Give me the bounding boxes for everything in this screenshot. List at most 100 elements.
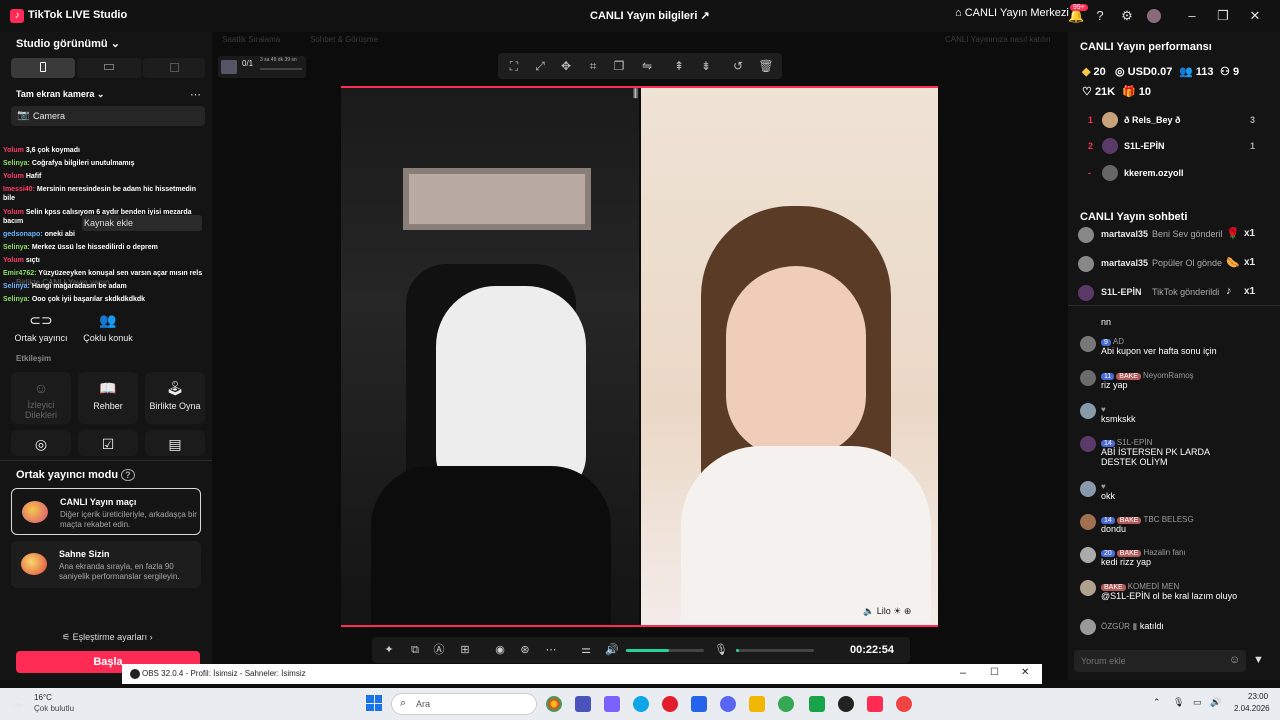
performance-heading: CANLI Yayın performansı — [1080, 41, 1212, 53]
app-icon[interactable] — [809, 696, 825, 712]
filter-icon[interactable]: ▼ — [1253, 654, 1264, 666]
obs-icon[interactable] — [838, 696, 854, 712]
teams-icon-2[interactable] — [604, 696, 620, 712]
teams-icon[interactable] — [575, 696, 591, 712]
play-together-tile[interactable]: 🕹 Birlikte Oyna — [145, 372, 205, 424]
camera-toggle-icon[interactable]: ⊛ — [517, 642, 533, 658]
maximize-icon[interactable]: ❐ — [1213, 6, 1233, 26]
clock-date[interactable]: 2.04.2026 — [1234, 704, 1270, 713]
weather-icon[interactable]: ☁ — [10, 694, 24, 711]
target-tile[interactable]: ◎ — [11, 430, 71, 456]
close-icon[interactable]: ✕ — [1245, 6, 1265, 26]
live-info-label: CANLI Yayın bilgileri — [590, 10, 698, 22]
chat-message: 14 BAKE TBC BELESG dondu — [1101, 515, 1194, 534]
layer-down-icon[interactable]: ⇟ — [698, 58, 714, 74]
add-media-icon[interactable]: ⊞ — [457, 642, 473, 658]
select-icon[interactable]: ⛶ — [506, 58, 522, 74]
multi-guest-tile[interactable]: 👥 Çoklu konuk — [78, 304, 138, 356]
goal-progress — [260, 68, 302, 70]
portrait-layout-button[interactable] — [11, 58, 75, 78]
popular-gift-icon: 🌭 — [1226, 257, 1240, 269]
outlook-icon[interactable] — [691, 696, 707, 712]
maximize-icon[interactable]: ☐ — [990, 667, 999, 678]
box-tile[interactable]: ▤ — [145, 430, 205, 456]
clock-time[interactable]: 23:00 — [1248, 692, 1268, 701]
chrome-icon-2[interactable] — [778, 696, 794, 712]
multi-layout-button[interactable] — [143, 58, 205, 78]
avatar — [1080, 514, 1096, 530]
live-match-card[interactable]: CANLI Yayın maçı Diğer içerik üreticiler… — [11, 488, 201, 535]
tiktok-gift-icon: ♪ — [1226, 285, 1232, 297]
match-settings-link[interactable]: ⚟ Eşleştirme ayarları › — [62, 632, 153, 643]
close-icon[interactable]: ✕ — [1021, 667, 1029, 678]
volume-icon[interactable]: 🔊 — [604, 642, 620, 658]
camera-source-row[interactable]: 📷 Camera — [11, 106, 205, 126]
media-icon[interactable] — [896, 696, 912, 712]
minimize-icon[interactable]: – — [960, 667, 966, 679]
discord-icon[interactable] — [720, 696, 736, 712]
rotate-icon[interactable]: ↺ — [730, 58, 746, 74]
layer-up-icon[interactable]: ⇞ — [671, 58, 687, 74]
cohost-tile[interactable]: ⊂⊃ Ortak yayıncı — [11, 304, 71, 356]
profile-avatar[interactable] — [1147, 9, 1161, 23]
joystick-icon: 🕹 — [166, 380, 184, 396]
weather-desc: Çok bulutlu — [34, 704, 75, 713]
chat-message: ♥ ksmkskk — [1101, 405, 1136, 424]
split-handle-icon[interactable]: ⫼ — [633, 88, 638, 101]
live-center-button[interactable]: ⌂ CANLI Yayın Merkezi — [955, 7, 1069, 19]
title-bar: ♪ TikTok LIVE Studio CANLI Yayın bilgile… — [0, 0, 1280, 32]
landscape-layout-button[interactable] — [77, 58, 141, 78]
ranking-row[interactable]: 2 S1L-EPİN 1 — [1080, 138, 1260, 158]
record-icon[interactable]: ◉ — [492, 642, 508, 658]
studio-view-dropdown[interactable]: Studio görünümü ⌄ — [16, 37, 120, 50]
checklist-tile[interactable]: ☑ — [78, 430, 138, 456]
comment-input[interactable] — [1074, 650, 1246, 672]
chat-message: 9 AD Abi kupon ver hafta sonu için — [1101, 337, 1217, 356]
mic-icon[interactable]: 🎙 — [713, 642, 729, 658]
crop-icon[interactable]: ⌗ — [585, 58, 601, 74]
heart-icon: ♡ — [1082, 86, 1092, 98]
folder-icon[interactable] — [749, 696, 765, 712]
ai-icon[interactable]: Ⓐ — [431, 642, 447, 658]
help-icon[interactable]: ? — [1090, 6, 1110, 26]
trash-icon[interactable]: 🗑 — [758, 58, 774, 74]
taskbar-search[interactable]: ⌕ Ara — [391, 693, 537, 715]
chevron-up-icon[interactable]: ⌃ — [1153, 697, 1161, 708]
more-icon[interactable]: ⋯ — [190, 88, 201, 101]
viewer-wishes-tile[interactable]: ☺ İzleyici Dilekleri — [11, 372, 71, 424]
expand-icon[interactable]: ⤢ — [532, 58, 548, 74]
gear-icon[interactable]: ⚙ — [1117, 6, 1137, 26]
stage-card[interactable]: Sahne Sizin Ana ekranda sırayla, en fazl… — [11, 541, 201, 588]
avatar — [1080, 336, 1096, 352]
mic-icon[interactable]: 🎙 — [1173, 697, 1184, 708]
likes-stat: ♡ 21K — [1082, 86, 1116, 98]
flip-icon[interactable]: ⇋ — [639, 58, 655, 74]
minimize-icon[interactable]: – — [1182, 6, 1202, 26]
windows-start-icon[interactable] — [366, 695, 382, 711]
camera-scene-dropdown[interactable]: Tam ekran kamera ⌄ — [16, 89, 104, 100]
opera-icon[interactable] — [662, 696, 678, 712]
obs-window-bar[interactable]: OBS 32.0.4 - Profil: İsimsiz - Sahneler:… — [122, 664, 1042, 684]
more-icon[interactable]: ⋯ — [543, 642, 559, 658]
add-source-button[interactable]: Kaynak ekle — [82, 215, 202, 231]
guide-tile[interactable]: 📖 Rehber — [78, 372, 138, 424]
chrome-icon[interactable] — [546, 696, 562, 712]
monitor-icon[interactable]: ▭ — [1193, 697, 1202, 708]
ranking-row[interactable]: - kkerem.ozyoll — [1080, 165, 1260, 185]
edge-icon[interactable] — [633, 696, 649, 712]
effects-icon[interactable]: ⧉ — [407, 642, 423, 658]
mask — [436, 286, 586, 496]
center-icon[interactable]: ✥ — [558, 58, 574, 74]
ranking-row[interactable]: 1 ð Rels_Bey ð 3 — [1080, 112, 1260, 132]
mic-slider[interactable] — [736, 649, 814, 652]
emoji-icon[interactable]: ☺ — [1229, 654, 1240, 666]
camera-icon: 📷 — [17, 110, 30, 121]
copy-icon[interactable]: ❐ — [611, 58, 627, 74]
magic-icon[interactable]: ✦ — [381, 642, 397, 658]
tiktok-icon[interactable] — [867, 696, 883, 712]
help-icon[interactable]: ? — [121, 469, 135, 481]
volume-icon[interactable]: 🔊 — [1210, 697, 1221, 708]
sliders-icon[interactable]: ⚌ — [578, 642, 594, 658]
goal-widget[interactable]: 0/1 3 sa 49 dk 39 sn — [218, 56, 306, 78]
live-info-button[interactable]: CANLI Yayın bilgileri ↗ — [590, 9, 710, 22]
